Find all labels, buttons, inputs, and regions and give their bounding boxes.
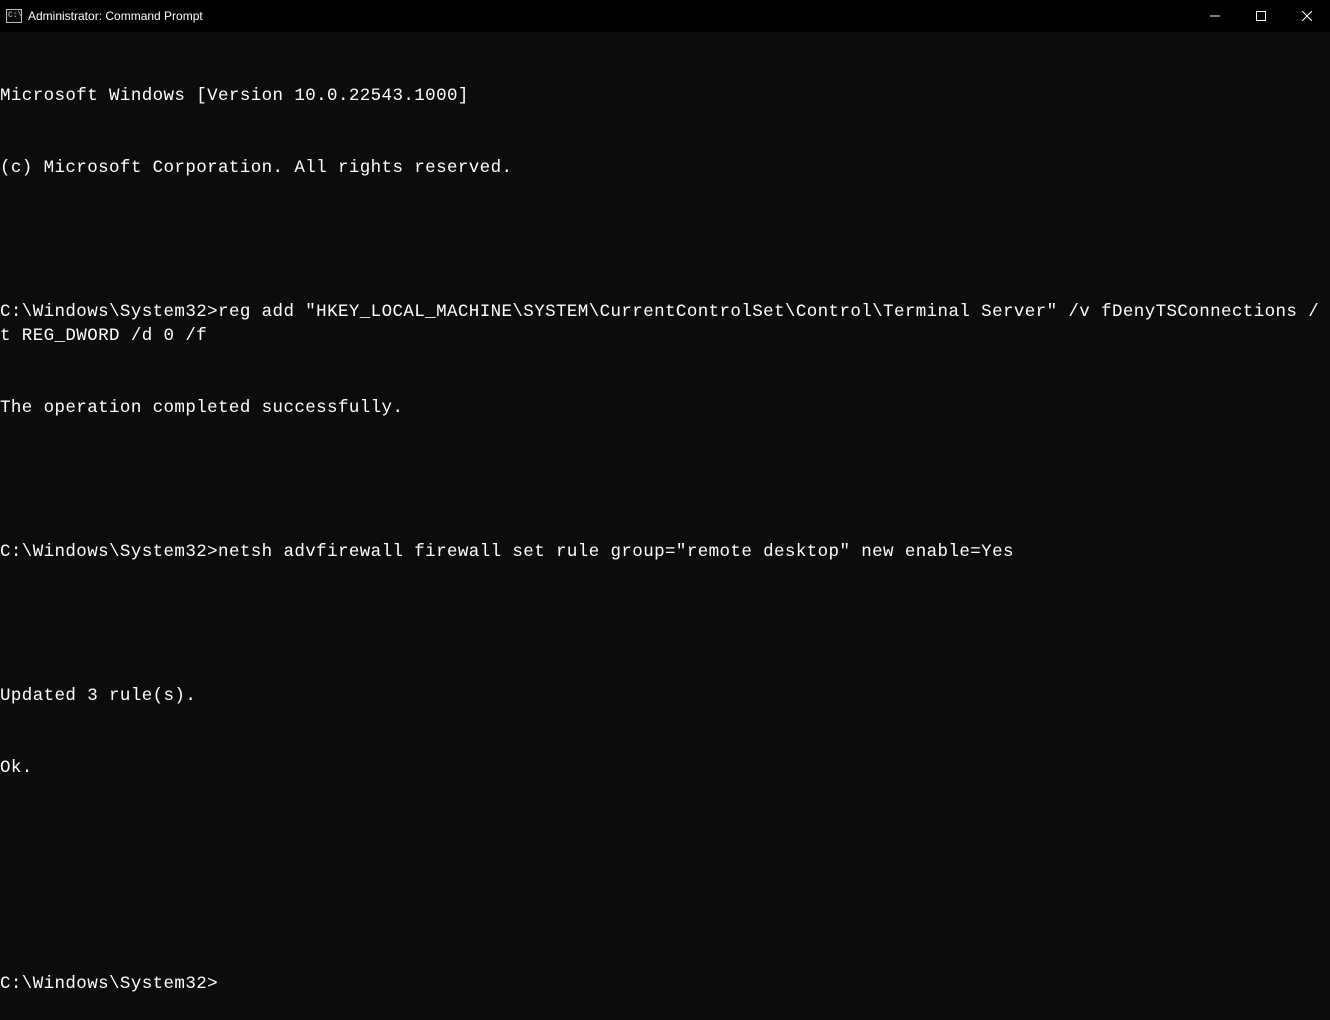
prompt-text: C:\Windows\System32>	[0, 974, 218, 994]
window-controls	[1192, 0, 1330, 32]
output-line: Updated 3 rule(s).	[0, 684, 1330, 708]
output-line: Ok.	[0, 756, 1330, 780]
maximize-button[interactable]	[1238, 0, 1284, 32]
current-prompt: C:\Windows\System32>	[0, 972, 1330, 996]
blank-line	[0, 468, 1330, 492]
blank-line	[0, 228, 1330, 252]
output-line: The operation completed successfully.	[0, 396, 1330, 420]
banner-line: Microsoft Windows [Version 10.0.22543.10…	[0, 84, 1330, 108]
command-line-1: C:\Windows\System32>reg add "HKEY_LOCAL_…	[0, 300, 1330, 348]
prompt-text: C:\Windows\System32>	[0, 542, 218, 562]
maximize-icon	[1256, 11, 1266, 21]
command-text: netsh advfirewall firewall set rule grou…	[218, 542, 1014, 562]
copyright-line: (c) Microsoft Corporation. All rights re…	[0, 156, 1330, 180]
blank-line	[0, 612, 1330, 636]
prompt-text: C:\Windows\System32>	[0, 302, 218, 322]
blank-line	[0, 900, 1330, 924]
title-bar: C:\ Administrator: Command Prompt	[0, 0, 1330, 32]
title-bar-left: C:\ Administrator: Command Prompt	[6, 9, 203, 23]
close-icon	[1302, 11, 1312, 21]
cmd-prompt-icon: C:\	[6, 9, 22, 23]
terminal-output[interactable]: Microsoft Windows [Version 10.0.22543.10…	[0, 32, 1330, 1020]
minimize-icon	[1210, 11, 1220, 21]
minimize-button[interactable]	[1192, 0, 1238, 32]
blank-line	[0, 828, 1330, 852]
close-button[interactable]	[1284, 0, 1330, 32]
window-title: Administrator: Command Prompt	[28, 9, 203, 23]
command-line-2: C:\Windows\System32>netsh advfirewall fi…	[0, 540, 1330, 564]
